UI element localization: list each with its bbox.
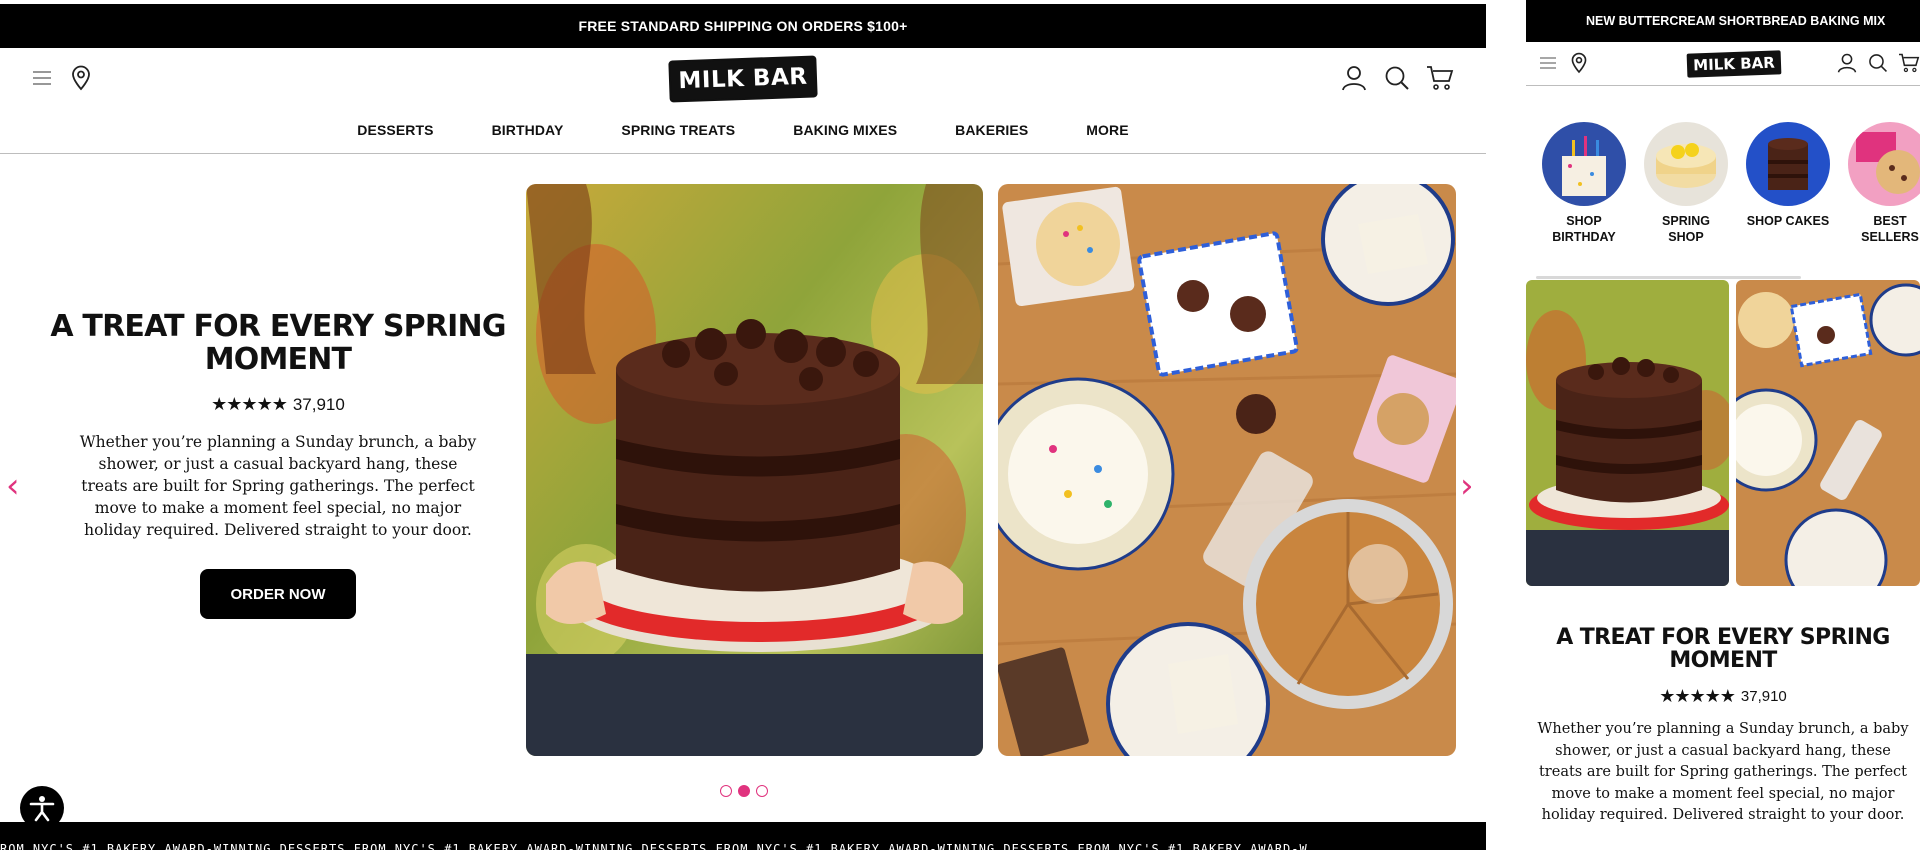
review-count: 37,910 [292, 394, 345, 414]
carousel-dot-3[interactable] [756, 785, 768, 797]
chocolate-cake-photo[interactable] [526, 184, 983, 756]
category-scrollbar[interactable] [1536, 276, 1801, 279]
nav-baking-mixes[interactable]: BAKING MIXES [764, 122, 926, 138]
mobile-header: MILK BAR [1526, 42, 1920, 86]
hero-title: A TREAT FOR EVERY SPRING MOMENT [50, 309, 506, 377]
mobile-hero-title: A TREAT FOR EVERY SPRING MOMENT [1556, 625, 1890, 673]
marquee-ticker: ROM NYC'S #1 BAKERY AWARD-WINNING DESSER… [0, 822, 1486, 850]
mobile-cart-icon[interactable] [1898, 52, 1920, 74]
mobile-milk-bar-logo[interactable]: MILK BAR [1686, 50, 1782, 78]
mobile-view: NEW BUTTERCREAM SHORTBREAD BAKING MIX MI… [1526, 0, 1920, 850]
desktop-view: FREE STANDARD SHIPPING ON ORDERS $100+ M… [0, 0, 1486, 850]
main-nav: DESSERTS BIRTHDAY SPRING TREATS BAKING M… [0, 122, 1486, 138]
hero-description: Whether you’re planning a Sunday brunch,… [79, 433, 477, 539]
mobile-promo-banner[interactable]: NEW BUTTERCREAM SHORTBREAD BAKING MIX [1526, 0, 1920, 42]
mobile-account-icon[interactable] [1836, 52, 1858, 74]
category-label: SPRING SHOP [1662, 214, 1710, 244]
birthday-cake-thumbnail [1542, 122, 1626, 206]
nav-birthday[interactable]: BIRTHDAY [463, 122, 593, 138]
star-rating-icon: ★★★★★ [211, 394, 288, 414]
mobile-review-count: 37,910 [1740, 688, 1787, 705]
mobile-logo-text: MILK BAR [1692, 53, 1776, 75]
ticker-text: ROM NYC'S #1 BAKERY AWARD-WINNING DESSER… [0, 842, 1308, 850]
category-label: SHOP BIRTHDAY [1552, 214, 1616, 244]
nav-desserts[interactable]: DESSERTS [328, 122, 462, 138]
logo-text: MILK BAR [678, 63, 808, 95]
dessert-spread-photo[interactable] [998, 184, 1456, 756]
carousel-prev-arrow-icon[interactable]: ‹ [6, 466, 20, 506]
carousel-dot-1[interactable] [720, 785, 732, 797]
carousel-next-arrow-icon[interactable]: › [1460, 466, 1474, 506]
mobile-menu-icon[interactable] [1538, 53, 1558, 73]
category-shop-birthday[interactable]: SHOP BIRTHDAY [1542, 122, 1626, 245]
nav-more[interactable]: MORE [1057, 122, 1157, 138]
category-best-sellers[interactable]: BEST SELLERS [1848, 122, 1920, 245]
promo-text: FREE STANDARD SHIPPING ON ORDERS $100+ [578, 18, 908, 34]
category-label: BEST SELLERS [1861, 214, 1919, 244]
carousel-dot-2-active[interactable] [738, 785, 750, 797]
promo-banner[interactable]: FREE STANDARD SHIPPING ON ORDERS $100+ [0, 4, 1486, 48]
hero-copy: A TREAT FOR EVERY SPRING MOMENT ★★★★★ 37… [40, 310, 516, 619]
order-now-button[interactable]: ORDER NOW [200, 569, 356, 619]
category-spring-shop[interactable]: SPRING SHOP [1644, 122, 1728, 245]
mobile-dessert-spread-photo[interactable] [1736, 280, 1920, 586]
mobile-star-rating-icon: ★★★★★ [1659, 686, 1736, 706]
account-icon[interactable] [1340, 64, 1368, 92]
site-header: MILK BAR DESSERTS BIRTHDAY SPRING TREATS… [0, 48, 1486, 154]
mobile-location-pin-icon[interactable] [1568, 51, 1590, 75]
menu-icon[interactable] [30, 66, 54, 90]
mobile-hero-description: Whether you’re planning a Sunday brunch,… [1537, 721, 1909, 823]
cart-icon[interactable] [1425, 64, 1455, 92]
mobile-chocolate-cake-photo[interactable] [1526, 280, 1729, 586]
mobile-hero-copy: A TREAT FOR EVERY SPRING MOMENT ★★★★★ 37… [1526, 626, 1920, 827]
mobile-promo-text: NEW BUTTERCREAM SHORTBREAD BAKING MIX [1586, 14, 1886, 28]
mobile-search-icon[interactable] [1867, 52, 1889, 74]
mobile-rating[interactable]: ★★★★★ 37,910 [1526, 686, 1920, 707]
search-icon[interactable] [1383, 64, 1411, 92]
milk-bar-logo[interactable]: MILK BAR [670, 57, 816, 101]
nav-spring-treats[interactable]: SPRING TREATS [592, 122, 764, 138]
nav-bakeries[interactable]: BAKERIES [926, 122, 1057, 138]
category-label: SHOP CAKES [1746, 214, 1830, 228]
chocolate-cake-thumbnail [1746, 122, 1830, 206]
lemon-cake-thumbnail [1644, 122, 1728, 206]
cookies-thumbnail [1848, 122, 1920, 206]
carousel-dots [720, 785, 768, 797]
rating[interactable]: ★★★★★ 37,910 [40, 394, 516, 415]
category-shop-cakes[interactable]: SHOP CAKES [1746, 122, 1830, 229]
location-pin-icon[interactable] [68, 64, 94, 92]
